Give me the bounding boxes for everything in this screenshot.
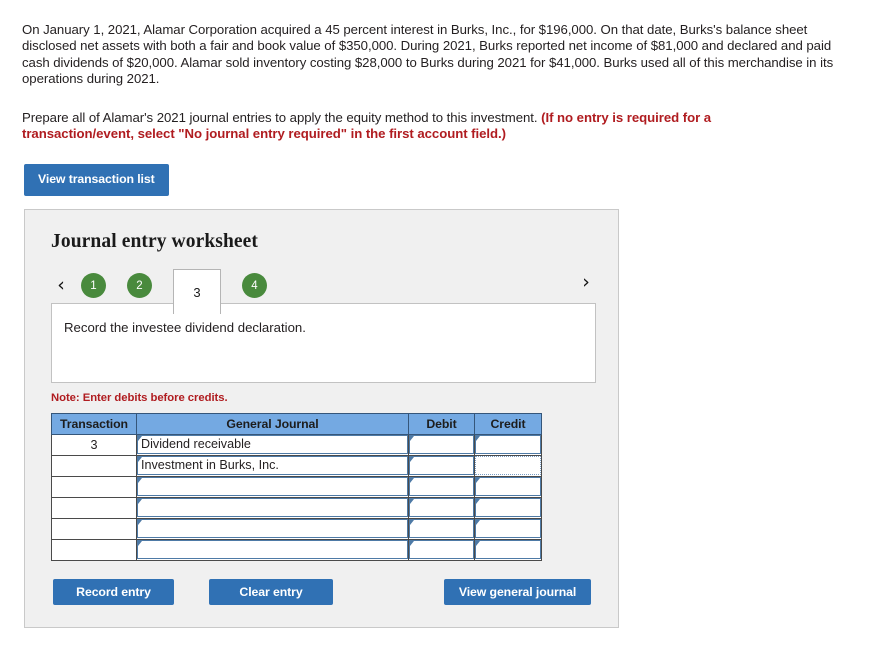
table-row xyxy=(51,517,542,540)
toolbar: View transaction list xyxy=(0,142,873,196)
debit-cell[interactable] xyxy=(408,475,475,498)
debit-input[interactable] xyxy=(409,456,474,476)
column-header-credit: Credit xyxy=(474,412,542,435)
worksheet-tab-strip: ‹ 1 2 3 4 › xyxy=(51,269,596,315)
chevron-left-icon[interactable]: ‹ xyxy=(51,276,71,295)
table-row xyxy=(51,538,542,561)
problem-statement-section: On January 1, 2021, Alamar Corporation a… xyxy=(0,0,873,142)
column-header-transaction: Transaction xyxy=(51,412,137,435)
credit-cell[interactable] xyxy=(474,496,542,519)
transaction-number-cell xyxy=(51,454,137,477)
transaction-description-text: Record the investee dividend declaration… xyxy=(64,319,306,335)
worksheet-tab-1[interactable]: 1 xyxy=(81,273,106,299)
account-input[interactable] xyxy=(137,540,408,560)
record-entry-button[interactable]: Record entry xyxy=(53,578,174,605)
table-row xyxy=(51,475,542,498)
column-header-general-journal: General Journal xyxy=(136,412,409,435)
table-row xyxy=(51,496,542,519)
table-row: 3 Dividend receivable xyxy=(51,433,542,456)
account-cell[interactable]: Investment in Burks, Inc. xyxy=(136,454,409,477)
credit-cell[interactable] xyxy=(474,538,542,561)
worksheet-tab-3-active[interactable]: 3 xyxy=(173,269,221,315)
account-cell[interactable] xyxy=(136,517,409,540)
account-input[interactable] xyxy=(137,519,408,539)
debit-input[interactable] xyxy=(409,519,474,539)
account-input[interactable] xyxy=(137,498,408,518)
clear-entry-button[interactable]: Clear entry xyxy=(209,578,333,605)
worksheet-title: Journal entry worksheet xyxy=(51,230,259,252)
credit-input[interactable] xyxy=(475,477,541,497)
journal-entry-worksheet-panel: Journal entry worksheet ‹ 1 2 3 4 › Reco… xyxy=(24,208,619,628)
credit-cell[interactable] xyxy=(474,433,542,456)
credit-input[interactable] xyxy=(475,540,541,560)
debit-input[interactable] xyxy=(409,498,474,518)
credit-cell[interactable] xyxy=(474,517,542,540)
debit-input[interactable] xyxy=(409,477,474,497)
credit-input[interactable] xyxy=(475,435,541,455)
account-input[interactable]: Dividend receivable xyxy=(137,435,408,455)
account-cell[interactable] xyxy=(136,496,409,519)
transaction-number-cell xyxy=(51,496,137,519)
credit-input[interactable] xyxy=(475,519,541,539)
credit-cell[interactable] xyxy=(474,454,542,477)
credit-input-focused[interactable] xyxy=(475,456,541,476)
account-cell[interactable]: Dividend receivable xyxy=(136,433,409,456)
transaction-number-cell xyxy=(51,538,137,561)
debit-cell[interactable] xyxy=(408,538,475,561)
chevron-right-icon[interactable]: › xyxy=(576,272,596,292)
journal-entry-table: Transaction General Journal Debit Credit… xyxy=(51,412,542,561)
transaction-number-cell xyxy=(51,475,137,498)
instruction-plain-text: Prepare all of Alamar's 2021 journal ent… xyxy=(22,109,542,125)
credit-cell[interactable] xyxy=(474,475,542,498)
transaction-description-box: Record the investee dividend declaration… xyxy=(51,302,596,383)
debit-cell[interactable] xyxy=(408,454,475,477)
debit-input[interactable] xyxy=(409,435,474,455)
view-general-journal-button[interactable]: View general journal xyxy=(444,578,591,605)
debit-input[interactable] xyxy=(409,540,474,560)
transaction-number-cell: 3 xyxy=(51,433,137,456)
table-row: Investment in Burks, Inc. xyxy=(51,454,542,477)
column-header-debit: Debit xyxy=(408,412,475,435)
account-cell[interactable] xyxy=(136,475,409,498)
debit-cell[interactable] xyxy=(408,496,475,519)
problem-paragraph: On January 1, 2021, Alamar Corporation a… xyxy=(22,22,834,87)
debit-cell[interactable] xyxy=(408,517,475,540)
worksheet-button-row: Record entry Clear entry View general jo… xyxy=(51,578,596,605)
account-cell[interactable] xyxy=(136,538,409,561)
account-input[interactable] xyxy=(137,477,408,497)
worksheet-tab-4[interactable]: 4 xyxy=(242,273,267,299)
credit-input[interactable] xyxy=(475,498,541,518)
worksheet-tab-2[interactable]: 2 xyxy=(127,273,152,299)
instruction-paragraph: Prepare all of Alamar's 2021 journal ent… xyxy=(22,110,812,143)
table-header-row: Transaction General Journal Debit Credit xyxy=(51,412,542,435)
view-transaction-list-button[interactable]: View transaction list xyxy=(24,164,169,196)
account-input[interactable]: Investment in Burks, Inc. xyxy=(137,456,408,476)
debit-cell[interactable] xyxy=(408,433,475,456)
transaction-number-cell xyxy=(51,517,137,540)
debits-before-credits-note: Note: Enter debits before credits. xyxy=(51,391,228,404)
